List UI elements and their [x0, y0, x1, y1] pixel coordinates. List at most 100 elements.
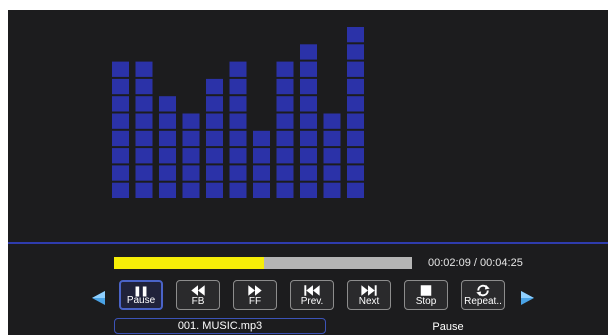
spectrum-segment	[323, 182, 341, 198]
spectrum-segment	[347, 113, 364, 129]
spectrum-column	[276, 61, 294, 198]
spectrum-segment	[323, 130, 341, 147]
spectrum-segment	[276, 113, 294, 129]
spectrum-column	[206, 78, 223, 198]
spectrum-segment	[323, 148, 341, 164]
spectrum-segment	[229, 61, 247, 77]
spectrum-segment	[253, 182, 270, 198]
fast-backward-button-label: FB	[191, 296, 205, 307]
pause-button[interactable]: Pause	[119, 280, 163, 310]
spectrum-segment	[159, 130, 176, 147]
spectrum-segment	[135, 61, 153, 77]
fast-backward-button[interactable]: FB	[176, 280, 220, 310]
spectrum-segment	[323, 165, 341, 181]
spectrum-segment	[112, 78, 129, 95]
spectrum-segment	[347, 61, 364, 77]
spectrum-segment	[253, 165, 270, 181]
spectrum-segment	[276, 165, 294, 181]
spectrum-segment	[300, 165, 317, 181]
spectrum-segment	[276, 78, 294, 95]
spectrum-segment	[135, 148, 153, 164]
repeat-button[interactable]: Repeat..	[461, 280, 505, 310]
spectrum-segment	[229, 182, 247, 198]
spectrum-column	[112, 61, 129, 198]
spectrum-column	[347, 27, 364, 198]
spectrum-segment	[135, 78, 153, 95]
spectrum-segment	[300, 96, 317, 112]
spectrum-segment	[159, 165, 176, 181]
spectrum-segment	[347, 182, 364, 198]
spectrum-segment	[112, 148, 129, 164]
spectrum-segment	[159, 113, 176, 129]
spectrum-segment	[300, 182, 317, 198]
spectrum-segment	[112, 130, 129, 147]
spectrum-column	[135, 61, 153, 198]
spectrum-segment	[206, 148, 223, 164]
spectrum-column	[159, 96, 176, 198]
spectrum-segment	[206, 182, 223, 198]
spectrum-segment	[253, 130, 270, 147]
spectrum-segment	[135, 165, 153, 181]
playback-status: Pause	[432, 321, 464, 333]
spectrum-segment	[276, 182, 294, 198]
spectrum-segment	[206, 165, 223, 181]
progress-fill	[114, 257, 265, 269]
stop-button[interactable]: Stop	[404, 280, 448, 310]
spectrum-segment	[229, 78, 247, 95]
spectrum-segment	[135, 182, 153, 198]
spectrum-segment	[300, 113, 317, 129]
spectrum-segment	[206, 78, 223, 95]
media-player-screen: 00:02:09 / 00:04:25 Pause FB FF Prev. Ne…	[8, 10, 608, 335]
spectrum-segment	[253, 148, 270, 164]
spectrum-segment	[135, 130, 153, 147]
next-track-button[interactable]: Next	[347, 280, 391, 310]
spectrum-column	[182, 113, 200, 198]
spectrum-segment	[300, 44, 317, 60]
spectrum-segment	[300, 61, 317, 77]
file-name: 001. MUSIC.mp3	[114, 318, 326, 334]
spectrum-segment	[206, 113, 223, 129]
spectrum-segment	[112, 165, 129, 181]
previous-track-button[interactable]: Prev.	[290, 280, 334, 310]
spectrum-segment	[347, 165, 364, 181]
spectrum-segment	[135, 113, 153, 129]
spectrum-segment	[276, 61, 294, 77]
divider-line	[8, 242, 608, 244]
arrow-right-icon[interactable]	[520, 290, 536, 306]
fast-forward-button-label: FF	[248, 296, 262, 307]
spectrum-segment	[276, 96, 294, 112]
stop-button-label: Stop	[415, 296, 437, 307]
spectrum-segment	[347, 96, 364, 112]
spectrum-column	[323, 113, 341, 198]
spectrum-segment	[347, 78, 364, 95]
spectrum-segment	[112, 113, 129, 129]
spectrum-segment	[112, 61, 129, 77]
spectrum-segment	[300, 130, 317, 147]
spectrum-segment	[182, 113, 200, 129]
spectrum-segment	[112, 182, 129, 198]
spectrum-segment	[135, 96, 153, 112]
fast-forward-button[interactable]: FF	[233, 280, 277, 310]
pause-button-label: Pause	[126, 295, 156, 306]
spectrum-segment	[112, 96, 129, 112]
next-track-button-label: Next	[358, 296, 380, 307]
spectrum-column	[253, 130, 270, 198]
spectrum-segment	[276, 130, 294, 147]
time-readout: 00:02:09 / 00:04:25	[428, 257, 523, 269]
spectrum-segment	[229, 165, 247, 181]
progress-bar[interactable]	[114, 257, 412, 269]
spectrum-segment	[182, 165, 200, 181]
arrow-left-icon[interactable]	[90, 290, 106, 306]
spectrum-segment	[347, 44, 364, 60]
spectrum-segment	[276, 148, 294, 164]
spectrum-segment	[159, 182, 176, 198]
spectrum-segment	[300, 78, 317, 95]
spectrum-segment	[159, 148, 176, 164]
spectrum-segment	[229, 130, 247, 147]
spectrum-segment	[229, 96, 247, 112]
previous-track-button-label: Prev.	[300, 296, 324, 307]
spectrum-segment	[229, 113, 247, 129]
spectrum-segment	[206, 96, 223, 112]
spectrum-segment	[182, 148, 200, 164]
spectrum-column	[229, 61, 247, 198]
